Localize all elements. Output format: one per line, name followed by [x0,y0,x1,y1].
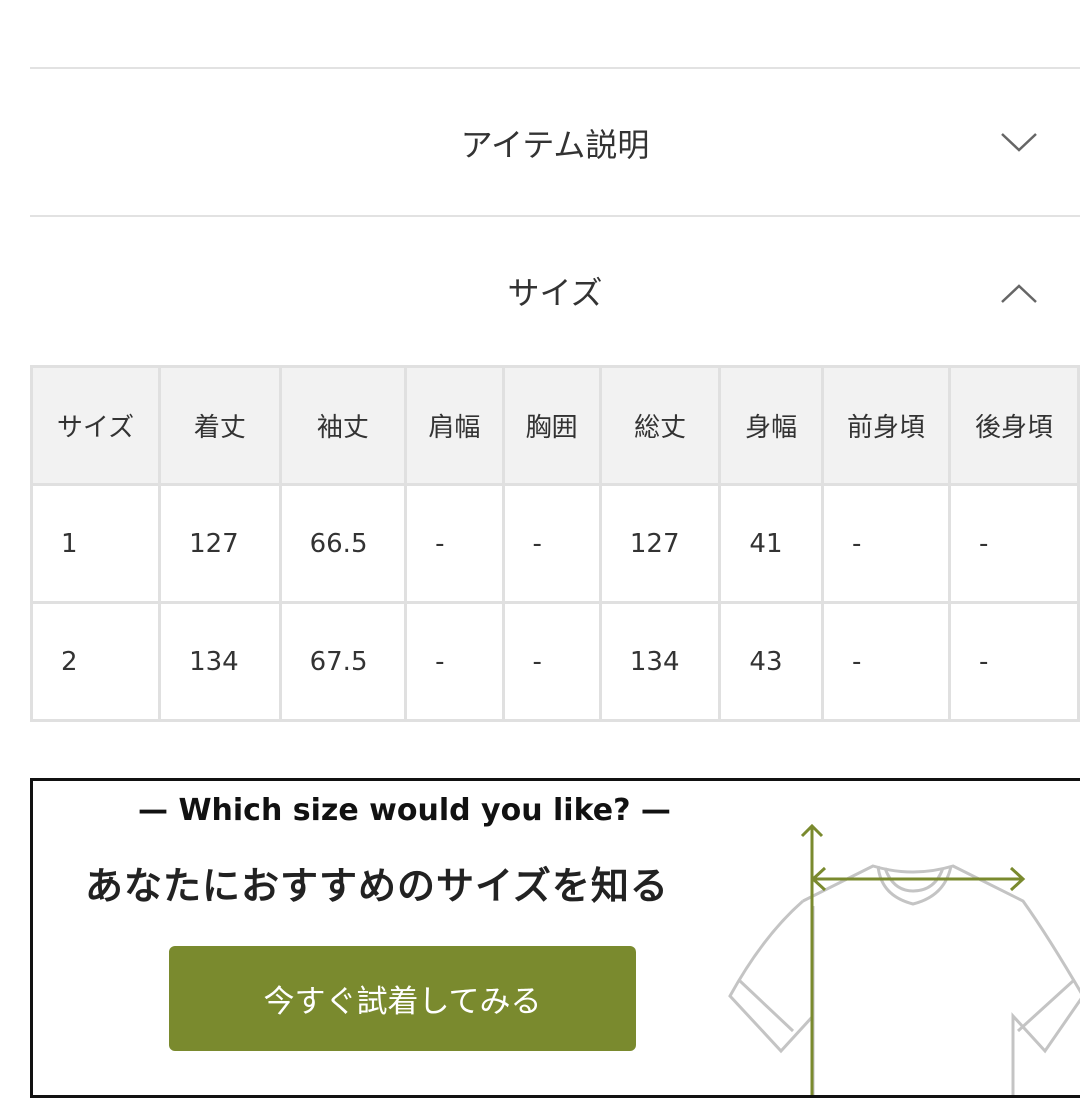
table-header-row: サイズ 着丈 袖丈 肩幅 胸囲 総丈 身幅 前身頃 後身頃 [29,365,1080,486]
chevron-up-icon [1001,284,1037,303]
header-cell: 胸囲 [501,365,602,486]
cell: 134 [598,601,722,722]
accordion-label: サイズ [507,274,603,312]
cell: 2 [29,601,162,722]
header-cell: 後身頃 [947,365,1080,486]
cell: - [820,483,951,604]
chevron-down-icon [1001,133,1037,152]
banner-title: あなたにおすすめのサイズを知る [85,864,669,908]
try-on-button[interactable]: 今すぐ試着してみる [169,946,636,1051]
size-table: サイズ 着丈 袖丈 肩幅 胸囲 総丈 身幅 前身頃 後身頃 1 127 66.5… [29,365,1080,722]
table-row: 1 127 66.5 - - 127 41 - - [29,483,1080,604]
cell: 66.5 [278,483,408,604]
accordion-label: アイテム説明 [460,126,650,164]
cell: - [947,483,1080,604]
header-cell: 前身頃 [820,365,951,486]
cell: 127 [158,483,282,604]
divider [30,67,1080,69]
cell: - [404,601,505,722]
header-cell: 袖丈 [278,365,408,486]
cell: 43 [718,601,824,722]
cell: - [404,483,505,604]
cell: - [501,601,602,722]
accordion-item-size[interactable]: サイズ [30,218,1080,364]
cell: - [820,601,951,722]
header-cell: 着丈 [158,365,282,486]
cell: 41 [718,483,824,604]
cell: 134 [158,601,282,722]
divider [30,215,1080,217]
header-cell: サイズ [29,365,162,486]
banner-subtitle: — Which size would you like? — [138,793,671,828]
cell: 67.5 [278,601,408,722]
cell: - [947,601,1080,722]
header-cell: 総丈 [598,365,722,486]
table-row: 2 134 67.5 - - 134 43 - - [29,601,1080,722]
accordion-item-description[interactable]: アイテム説明 [30,70,1080,216]
size-recommendation-banner[interactable]: — Which size would you like? — あなたにおすすめの… [30,778,1080,1098]
header-cell: 身幅 [718,365,824,486]
cell: 1 [29,483,162,604]
header-cell: 肩幅 [404,365,505,486]
cell: 127 [598,483,722,604]
tshirt-measurement-icon [728,823,1080,1095]
cell: - [501,483,602,604]
